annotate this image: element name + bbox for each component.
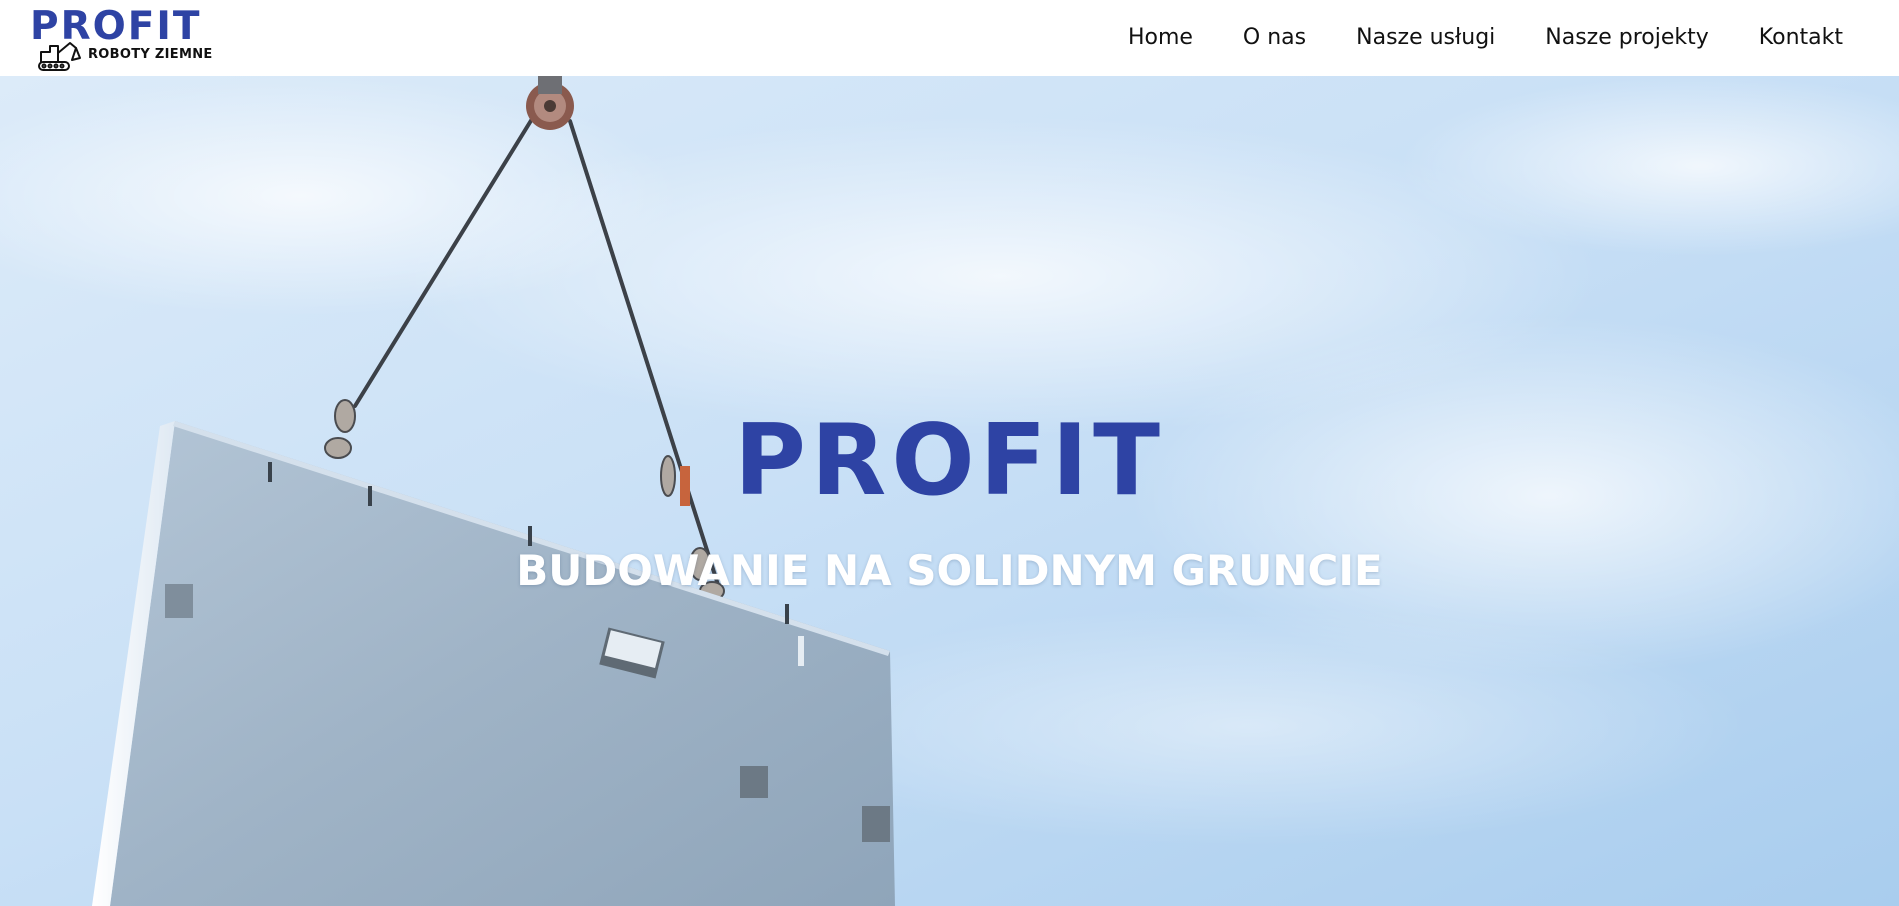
- nav-home[interactable]: Home: [1128, 0, 1193, 76]
- nav-nasze-projekty[interactable]: Nasze projekty: [1545, 0, 1709, 76]
- excavator-icon: [38, 42, 81, 71]
- site-header: PROFIT ROBOTY ZIEMNE Home O nas Nasze us…: [0, 0, 1899, 76]
- brand-tagline: ROBOTY ZIEMNE: [88, 47, 213, 62]
- nav-nasze-uslugi[interactable]: Nasze usługi: [1356, 0, 1495, 76]
- main-navigation: Home O nas Nasze usługi Nasze projekty K…: [1128, 0, 1843, 76]
- hero-title: PROFIT: [734, 404, 1165, 518]
- hero-subtitle: BUDOWANIE NA SOLIDNYM GRUNCIE: [516, 546, 1383, 595]
- hero-section: PROFIT BUDOWANIE NA SOLIDNYM GRUNCIE: [0, 76, 1899, 906]
- nav-o-nas[interactable]: O nas: [1243, 0, 1306, 76]
- brand-logo[interactable]: PROFIT ROBOTY ZIEMNE: [30, 6, 230, 71]
- nav-kontakt[interactable]: Kontakt: [1759, 0, 1843, 76]
